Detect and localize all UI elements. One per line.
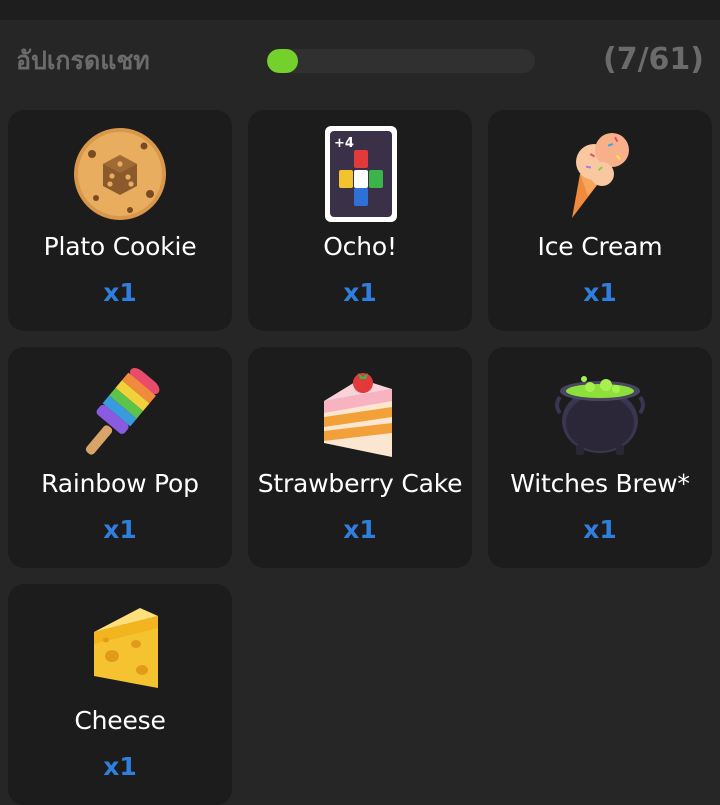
ice-cream-cone-icon bbox=[550, 124, 650, 224]
item-card-plato-cookie[interactable]: Plato Cookie x1 bbox=[8, 110, 232, 331]
ocho-card-icon: +4 bbox=[310, 124, 410, 224]
collection-count: (7/61) bbox=[602, 42, 704, 77]
item-quantity: x1 bbox=[583, 278, 617, 307]
item-quantity: x1 bbox=[103, 278, 137, 307]
top-bar bbox=[0, 0, 720, 20]
item-card-strawberry-cake[interactable]: Strawberry Cake x1 bbox=[248, 347, 472, 568]
item-card-witches-brew[interactable]: Witches Brew* x1 bbox=[488, 347, 712, 568]
strawberry-cake-icon bbox=[310, 361, 410, 461]
item-quantity: x1 bbox=[103, 515, 137, 544]
progress-fill bbox=[267, 49, 298, 73]
progress-bar bbox=[267, 49, 535, 73]
collection-header: อัปเกรดแชท (7/61) bbox=[0, 20, 720, 106]
item-name: Plato Cookie bbox=[43, 232, 197, 261]
item-name: Rainbow Pop bbox=[41, 469, 199, 498]
item-name: Ocho! bbox=[323, 232, 397, 261]
item-quantity: x1 bbox=[343, 515, 377, 544]
item-card-rainbow-pop[interactable]: Rainbow Pop x1 bbox=[8, 347, 232, 568]
item-name: Cheese bbox=[74, 706, 166, 735]
item-name: Witches Brew* bbox=[510, 469, 690, 498]
item-quantity: x1 bbox=[343, 278, 377, 307]
rainbow-popsicle-icon bbox=[70, 361, 170, 461]
item-name: Ice Cream bbox=[537, 232, 663, 261]
cauldron-icon bbox=[550, 361, 650, 461]
svg-text:+4: +4 bbox=[334, 136, 354, 151]
cheese-icon bbox=[70, 598, 170, 698]
item-card-cheese[interactable]: Cheese x1 bbox=[8, 584, 232, 805]
cookie-dice-icon bbox=[70, 124, 170, 224]
section-title: อัปเกรดแชท bbox=[16, 46, 150, 75]
item-card-ocho[interactable]: +4 Ocho! x1 bbox=[248, 110, 472, 331]
item-card-ice-cream[interactable]: Ice Cream x1 bbox=[488, 110, 712, 331]
item-name: Strawberry Cake bbox=[257, 469, 463, 498]
item-quantity: x1 bbox=[103, 752, 137, 781]
item-quantity: x1 bbox=[583, 515, 617, 544]
